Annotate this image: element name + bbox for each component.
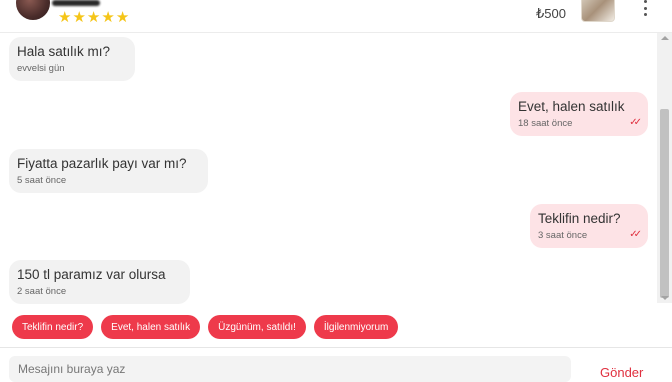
star-icon: ★ — [72, 9, 86, 26]
scroll-down-icon[interactable] — [661, 296, 669, 300]
star-icon: ★ — [101, 9, 115, 26]
scrollbar-thumb[interactable] — [660, 109, 669, 298]
more-options-icon[interactable] — [638, 0, 652, 16]
message-bubble-incoming: Hala satılık mı? evvelsi gün — [9, 37, 135, 81]
star-icon: ★ — [86, 9, 101, 26]
scroll-up-icon[interactable] — [661, 36, 669, 40]
message-time: 2 saat önce — [17, 286, 67, 297]
product-price: ₺500 — [536, 6, 566, 21]
message-bubble-outgoing: Evet, halen satılık 18 saat önce ✓✓ — [510, 92, 648, 136]
message-bubble-incoming: Fiyatta pazarlık payı var mı? 5 saat önc… — [9, 149, 208, 193]
message-list[interactable]: Hala satılık mı? evvelsi gün Evet, halen… — [0, 33, 657, 345]
read-check-icon: ✓✓ — [629, 229, 642, 240]
message-bubble-outgoing: Teklifin nedir? 3 saat önce ✓✓ — [530, 204, 648, 248]
message-text: Evet, halen satılık — [518, 99, 625, 114]
message-time: 3 saat önce — [538, 230, 588, 241]
message-time: 18 saat önce — [518, 118, 573, 129]
chat-header: ★ ★ ★ ★ ★ ₺500 — [0, 0, 672, 33]
read-check-icon: ✓✓ — [629, 117, 642, 128]
message-composer: Gönder — [0, 347, 672, 382]
quick-reply-still-available[interactable]: Evet, halen satılık — [101, 315, 201, 339]
quick-reply-sold[interactable]: Üzgünüm, satıldı! — [208, 315, 306, 339]
quick-replies: Teklifin nedir? Evet, halen satılık Üzgü… — [12, 315, 399, 339]
seller-rating: ★ ★ ★ ★ ★ — [58, 9, 129, 27]
message-time: evvelsi gün — [17, 63, 65, 74]
product-thumbnail[interactable] — [581, 0, 615, 22]
quick-reply-not-interested[interactable]: İlgilenmiyorum — [313, 315, 399, 339]
star-icon: ★ — [115, 9, 130, 26]
message-text: Hala satılık mı? — [17, 44, 111, 59]
message-text: Fiyatta pazarlık payı var mı? — [17, 156, 187, 171]
star-icon: ★ — [58, 9, 72, 26]
message-text: 150 tl paramız var olursa — [17, 267, 166, 282]
message-text: Teklifin nedir? — [538, 211, 621, 226]
seller-avatar[interactable] — [16, 0, 50, 20]
quick-reply-offer[interactable]: Teklifin nedir? — [12, 315, 94, 339]
message-bubble-incoming: 150 tl paramız var olursa 2 saat önce — [9, 260, 190, 304]
seller-name-redacted — [52, 0, 100, 6]
message-time: 5 saat önce — [17, 175, 67, 186]
message-input[interactable] — [9, 356, 571, 382]
chat-scrollbar[interactable] — [657, 33, 672, 303]
